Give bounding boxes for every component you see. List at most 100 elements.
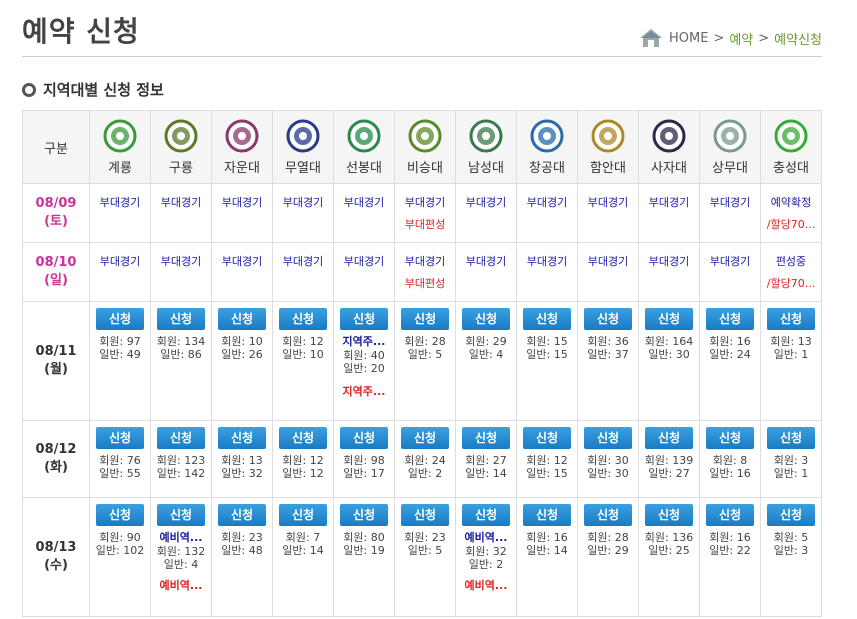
apply-button[interactable]: 신청 <box>96 308 144 330</box>
schedule-cell: 예약확정/할당70... <box>760 183 822 243</box>
apply-button[interactable]: 신청 <box>462 504 510 526</box>
member-count: 회원: 139 <box>644 454 694 467</box>
member-count: 회원: 23 <box>404 531 446 544</box>
member-count: 회원: 90 <box>99 531 141 544</box>
general-count: 일반: 1 <box>773 348 809 361</box>
group-booking-link[interactable]: 지역주... <box>334 335 394 349</box>
breadcrumb-reservation[interactable]: 예약 <box>729 29 753 48</box>
schedule-cell: 신청 회원: 164 일반: 30 <box>638 301 700 421</box>
schedule-cell: 부대경기 <box>211 183 273 243</box>
apply-button[interactable]: 신청 <box>279 427 327 449</box>
apply-button[interactable]: 신청 <box>523 427 571 449</box>
general-count: 일반: 1 <box>773 467 809 480</box>
schedule-cell: 신청 회원: 15 일반: 15 <box>516 301 578 421</box>
apply-button[interactable]: 신청 <box>645 504 693 526</box>
group-booking-note[interactable]: 지역주... <box>334 385 394 399</box>
apply-button[interactable]: 신청 <box>462 427 510 449</box>
team-logo-icon <box>591 119 625 152</box>
apply-button[interactable]: 신청 <box>340 308 388 330</box>
team-header: 선봉대 <box>333 110 395 184</box>
apply-button[interactable]: 신청 <box>157 504 205 526</box>
apply-button[interactable]: 신청 <box>401 427 449 449</box>
apply-button[interactable]: 신청 <box>218 504 266 526</box>
team-header: 계룡 <box>89 110 151 184</box>
unit-game-label: 부대경기 <box>282 255 324 268</box>
general-count: 일반: 12 <box>282 467 324 480</box>
schedule-cell: 부대경기 <box>272 183 334 243</box>
team-header: 구룡 <box>150 110 212 184</box>
apply-button[interactable]: 신청 <box>584 427 632 449</box>
schedule-cell: 신청 회원: 16 일반: 24 <box>699 301 761 421</box>
team-logo-icon <box>774 119 808 152</box>
schedule-cell: 신청 회원: 13 일반: 1 <box>760 301 822 421</box>
group-booking-note[interactable]: 예비역... <box>151 579 211 593</box>
home-icon[interactable] <box>639 28 663 48</box>
general-count: 일반: 49 <box>99 348 141 361</box>
apply-button[interactable]: 신청 <box>645 308 693 330</box>
apply-button[interactable]: 신청 <box>706 504 754 526</box>
table-row: 08/10 (일) 부대경기 부대경기 부대경기 부대경기 부대경기 부대경기 부대편성 부대경기… <box>22 242 822 302</box>
team-name: 비승대 <box>407 160 443 176</box>
general-count: 일반: 15 <box>526 348 568 361</box>
apply-button[interactable]: 신청 <box>96 504 144 526</box>
apply-button[interactable]: 신청 <box>645 427 693 449</box>
unit-game-label: 부대경기 <box>221 196 263 209</box>
apply-button[interactable]: 신청 <box>767 427 815 449</box>
team-logo-icon <box>347 119 381 152</box>
apply-button[interactable]: 신청 <box>462 308 510 330</box>
member-count: 회원: 5 <box>773 531 809 544</box>
team-name: 사자대 <box>651 160 687 176</box>
apply-button[interactable]: 신청 <box>706 308 754 330</box>
apply-button[interactable]: 신청 <box>584 308 632 330</box>
apply-button[interactable]: 신청 <box>340 427 388 449</box>
member-count: 회원: 164 <box>644 335 694 348</box>
apply-button[interactable]: 신청 <box>279 308 327 330</box>
team-logo-icon <box>225 119 259 152</box>
unit-game-label: 부대경기 <box>465 196 507 209</box>
schedule-cell: 부대경기 <box>455 183 517 243</box>
schedule-cell: 부대경기 <box>577 242 639 302</box>
unit-game-label: 부대경기 <box>648 196 690 209</box>
apply-button[interactable]: 신청 <box>340 504 388 526</box>
apply-button[interactable]: 신청 <box>523 308 571 330</box>
schedule-cell: 신청 회원: 8 일반: 16 <box>699 420 761 498</box>
group-booking-link[interactable]: 예비역... <box>456 531 516 545</box>
apply-button[interactable]: 신청 <box>218 308 266 330</box>
table-row: 08/11 (월) 신청 회원: 97 일반: 49 신청 회원: 134 일반: 86 신청 회… <box>22 301 822 421</box>
team-header: 상무대 <box>699 110 761 184</box>
breadcrumb-home[interactable]: HOME <box>669 31 708 46</box>
schedule-cell: 부대경기 <box>516 183 578 243</box>
schedule-cell: 부대경기 <box>577 183 639 243</box>
apply-button[interactable]: 신청 <box>279 504 327 526</box>
apply-button[interactable]: 신청 <box>157 427 205 449</box>
general-count: 일반: 27 <box>648 467 690 480</box>
general-count: 일반: 19 <box>343 544 385 557</box>
apply-button[interactable]: 신청 <box>584 504 632 526</box>
general-count: 일반: 48 <box>221 544 263 557</box>
unit-game-label: 부대경기 <box>404 196 446 209</box>
breadcrumb-current: 예약신청 <box>774 32 822 48</box>
group-booking-note[interactable]: 예비역... <box>456 579 516 593</box>
schedule-cell: 부대경기 <box>211 242 273 302</box>
unit-game-label: 부대경기 <box>99 255 141 268</box>
general-count: 일반: 3 <box>773 544 809 557</box>
team-header: 자운대 <box>211 110 273 184</box>
schedule-cell: 신청 회원: 123 일반: 142 <box>150 420 212 498</box>
apply-button[interactable]: 신청 <box>706 427 754 449</box>
apply-button[interactable]: 신청 <box>523 504 571 526</box>
unit-game-label[interactable]: 편성중 <box>761 243 821 269</box>
member-count: 회원: 134 <box>156 335 206 348</box>
unit-game-label[interactable]: 예약확정 <box>761 184 821 210</box>
group-booking-link[interactable]: 예비역... <box>151 531 211 545</box>
schedule-cell: 신청 회원: 12 일반: 15 <box>516 420 578 498</box>
apply-button[interactable]: 신청 <box>401 504 449 526</box>
apply-button[interactable]: 신청 <box>767 308 815 330</box>
apply-button[interactable]: 신청 <box>767 504 815 526</box>
member-count: 회원: 136 <box>644 531 694 544</box>
apply-button[interactable]: 신청 <box>218 427 266 449</box>
schedule-cell: 부대경기 <box>455 242 517 302</box>
apply-button[interactable]: 신청 <box>157 308 205 330</box>
apply-button[interactable]: 신청 <box>96 427 144 449</box>
general-count: 일반: 10 <box>282 348 324 361</box>
apply-button[interactable]: 신청 <box>401 308 449 330</box>
